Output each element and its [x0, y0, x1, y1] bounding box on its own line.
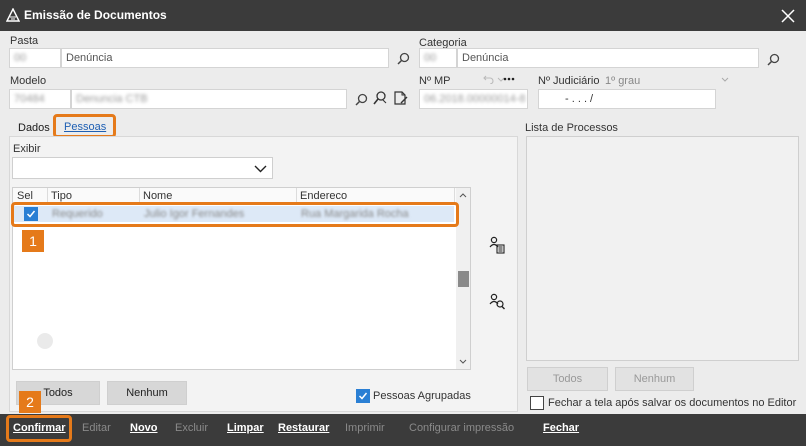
search-person-icon[interactable]	[487, 292, 507, 312]
exibir-select[interactable]	[12, 157, 273, 179]
pasta-field[interactable]: Denúncia	[61, 48, 389, 68]
fechar-button[interactable]: Fechar	[543, 422, 579, 434]
pessoas-agrupadas-checkbox[interactable]	[356, 389, 370, 403]
nmp-label: Nº MP	[419, 75, 451, 87]
column-nome[interactable]: Nome	[143, 190, 172, 202]
search-icon[interactable]	[765, 51, 781, 67]
nenhum-button[interactable]: Nenhum	[107, 381, 187, 405]
chevron-down-icon	[252, 161, 268, 177]
title-bar: Emissão de Documentos	[0, 0, 806, 31]
categoria-code-field[interactable]: 00	[419, 48, 457, 68]
more-icon[interactable]	[502, 72, 516, 86]
search-icon[interactable]	[353, 91, 369, 107]
pasta-label: Pasta	[10, 35, 39, 47]
app-logo-icon	[5, 7, 21, 22]
pessoas-tab-highlight	[53, 114, 116, 138]
editar-button[interactable]: Editar	[82, 422, 111, 434]
close-icon[interactable]	[770, 0, 806, 31]
limpar-button[interactable]: Limpar	[227, 422, 264, 434]
novo-button[interactable]: Novo	[130, 422, 158, 434]
pasta-code-field[interactable]: 00	[9, 48, 61, 68]
lista-processos-list[interactable]	[526, 136, 799, 361]
scroll-thumb[interactable]	[458, 271, 469, 287]
fechar-tela-checkbox[interactable]	[530, 396, 544, 410]
pessoas-agrupadas-label: Pessoas Agrupadas	[373, 390, 471, 402]
categoria-field[interactable]: Denúncia	[457, 48, 759, 68]
column-endereco[interactable]: Endereco	[300, 190, 347, 202]
judiciario-field[interactable]: - . . . /	[538, 89, 716, 109]
bottom-toolbar: Confirmar Editar Novo Excluir Limpar Res…	[0, 414, 806, 446]
watermark-icon	[35, 331, 55, 351]
tab-dados[interactable]: Dados	[18, 122, 50, 134]
modelo-field[interactable]: Denuncia CTB	[71, 89, 347, 109]
annotation-badge-1: 1	[22, 230, 44, 252]
processos-nenhum-button[interactable]: Nenhum	[615, 367, 694, 391]
annotation-badge-2: 2	[19, 391, 41, 413]
modelo-code-field[interactable]: 70484	[9, 89, 71, 109]
column-tipo[interactable]: Tipo	[51, 190, 72, 202]
window-title: Emissão de Documentos	[24, 8, 167, 22]
grau-select[interactable]: 1º grau	[605, 75, 640, 87]
chevron-up-icon[interactable]	[457, 189, 469, 201]
fechar-tela-label: Fechar a tela após salvar os documentos …	[548, 397, 797, 409]
restaurar-button[interactable]: Restaurar	[278, 422, 329, 434]
configurar-impressao-button[interactable]: Configurar impressão	[409, 422, 514, 434]
excluir-button[interactable]: Excluir	[175, 422, 208, 434]
chevron-down-icon[interactable]	[457, 355, 469, 367]
processos-todos-button[interactable]: Todos	[527, 367, 608, 391]
confirmar-highlight	[6, 415, 72, 442]
imprimir-button[interactable]: Imprimir	[345, 422, 385, 434]
lista-processos-label: Lista de Processos	[525, 122, 618, 134]
document-search-icon[interactable]	[372, 90, 388, 106]
row-highlight	[11, 202, 459, 227]
judiciario-label: Nº Judiciário	[538, 75, 600, 87]
column-sel[interactable]: Sel	[17, 190, 33, 202]
chevron-down-icon[interactable]	[720, 75, 730, 85]
modelo-label: Modelo	[10, 75, 47, 87]
exibir-label: Exibir	[13, 143, 41, 155]
edit-document-icon[interactable]	[393, 90, 409, 106]
nmp-field[interactable]: 06.2018.00000014-8	[419, 89, 528, 109]
add-person-icon[interactable]	[487, 235, 507, 255]
search-icon[interactable]	[395, 50, 411, 66]
undo-icon	[482, 73, 494, 85]
